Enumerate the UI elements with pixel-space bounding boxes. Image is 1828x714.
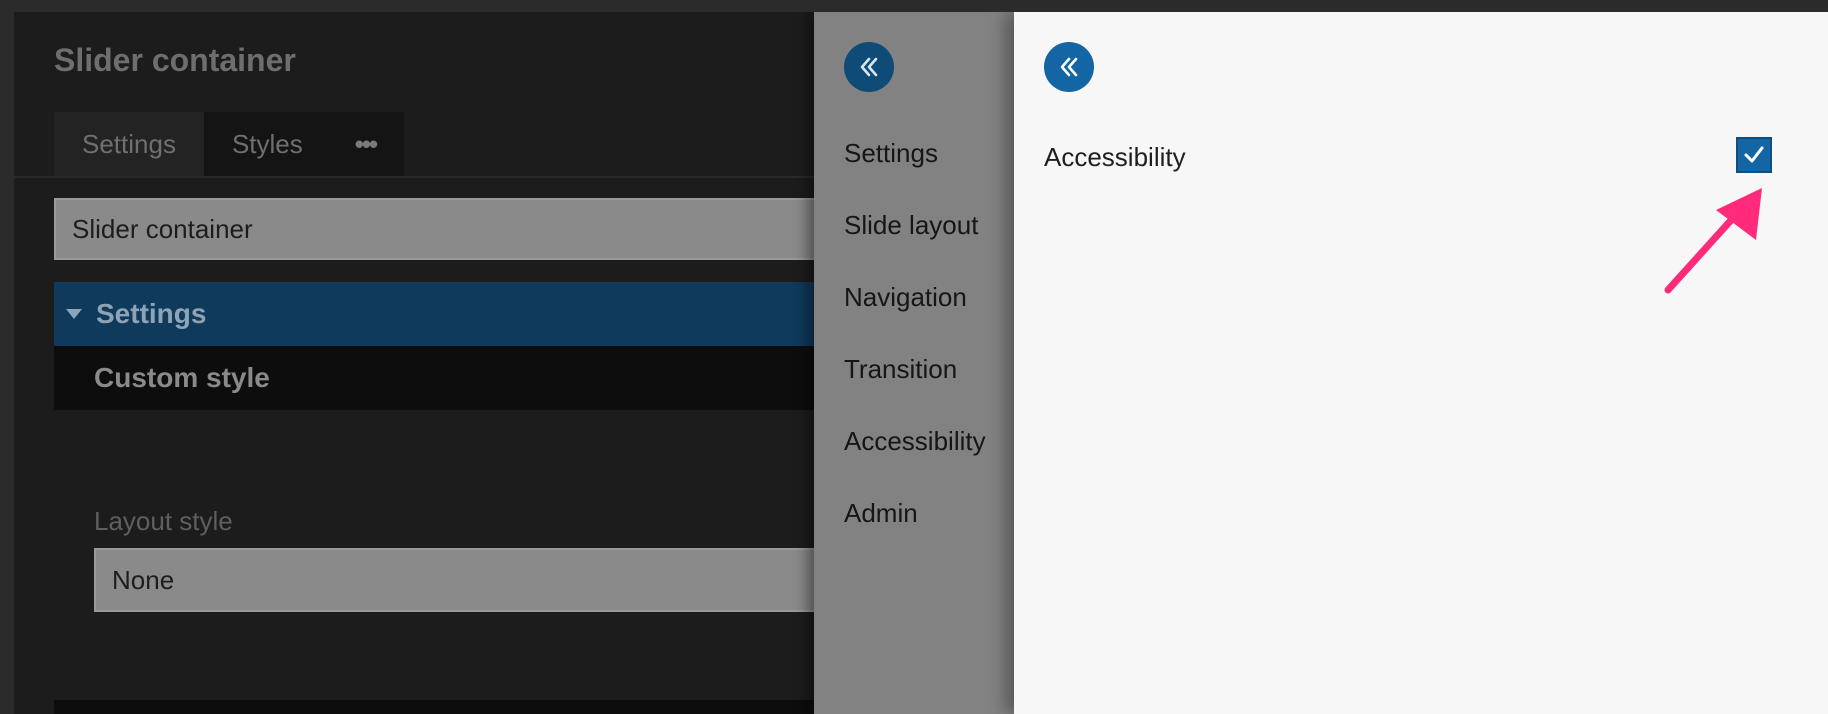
app-frame: Slider container Settings Styles ••• Sli… xyxy=(14,12,1828,714)
checkmark-icon xyxy=(1744,146,1764,163)
collapse-nav-button[interactable] xyxy=(844,42,894,92)
annotation-arrow-icon xyxy=(1664,188,1762,294)
settings-nav-panel: Settings Slide layout Navigation Transit… xyxy=(814,12,1014,714)
nav-item-slide-layout[interactable]: Slide layout xyxy=(844,210,978,241)
nav-item-transition[interactable]: Transition xyxy=(844,354,957,385)
tabs-bar: Settings Styles ••• xyxy=(54,112,404,176)
settings-content-panel: Accessibility xyxy=(1014,12,1828,714)
more-options-button[interactable]: ••• xyxy=(331,112,400,176)
custom-style-row[interactable]: Custom style xyxy=(54,346,854,410)
nav-item-admin[interactable]: Admin xyxy=(844,498,918,529)
caret-down-icon xyxy=(66,309,82,319)
collapse-content-button[interactable] xyxy=(1044,42,1094,92)
nav-item-navigation[interactable]: Navigation xyxy=(844,282,967,313)
layout-style-select[interactable]: None xyxy=(94,548,854,612)
panel-bottom-strip xyxy=(54,700,854,714)
accessibility-checkbox[interactable] xyxy=(1736,137,1772,173)
settings-accordion-header[interactable]: Settings xyxy=(54,282,854,346)
editor-panel: Slider container Settings Styles ••• Sli… xyxy=(14,12,854,714)
nav-item-accessibility[interactable]: Accessibility xyxy=(844,426,986,457)
element-name-input[interactable]: Slider container xyxy=(54,198,854,260)
accessibility-setting-label: Accessibility xyxy=(1044,142,1186,172)
tabs-divider xyxy=(14,176,814,178)
chevrons-left-icon xyxy=(860,57,878,77)
accordion-label: Settings xyxy=(96,298,207,329)
chevrons-left-icon xyxy=(1060,57,1078,77)
tab-styles[interactable]: Styles xyxy=(204,112,331,176)
layout-style-label: Layout style xyxy=(94,506,233,536)
tab-settings[interactable]: Settings xyxy=(54,112,204,176)
nav-item-settings[interactable]: Settings xyxy=(844,138,938,169)
panel-title: Slider container xyxy=(54,42,296,78)
